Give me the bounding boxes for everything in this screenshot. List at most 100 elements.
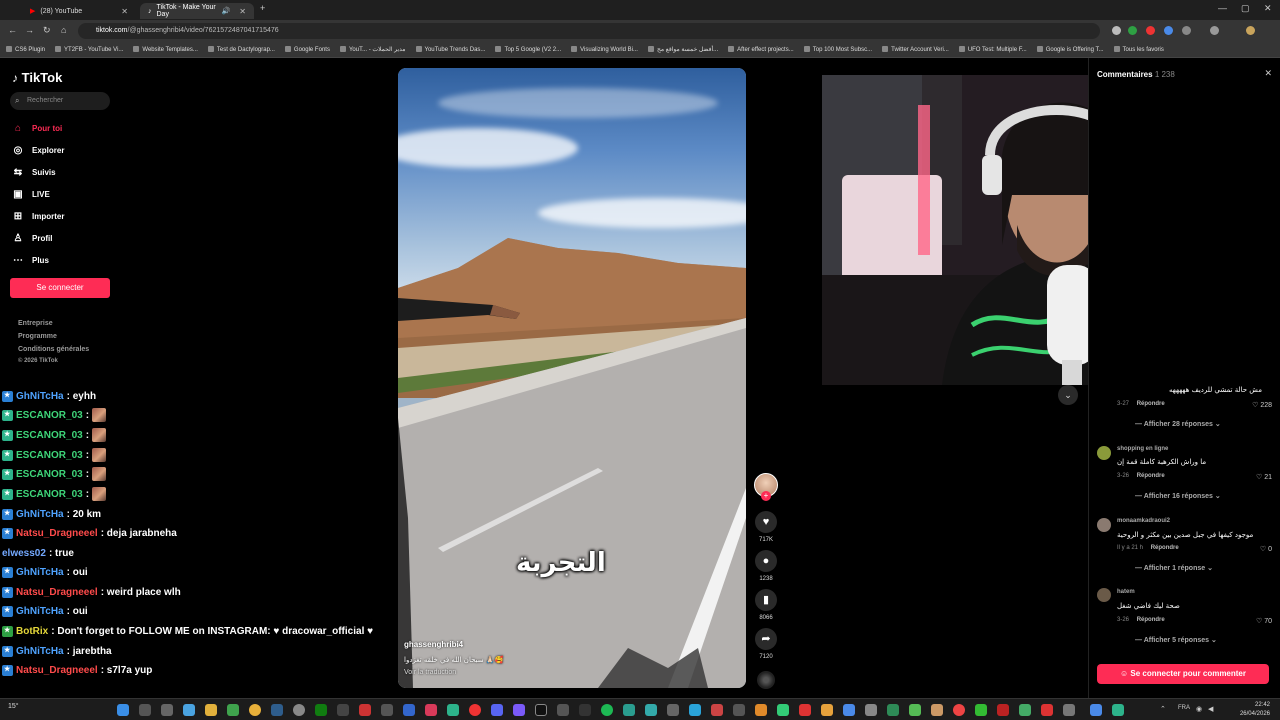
avatar[interactable] [1097, 446, 1111, 460]
comment-user[interactable]: hatem [1117, 589, 1135, 595]
app-icon[interactable] [997, 704, 1009, 716]
footer-link[interactable]: Programme [18, 333, 57, 340]
comment-like[interactable]: ♡ 70 [1256, 617, 1272, 625]
chrome-icon[interactable] [249, 704, 261, 716]
volume-icon[interactable]: ◀ [1208, 705, 1213, 713]
footer-link[interactable]: Entreprise [18, 320, 53, 327]
task-view-icon[interactable] [161, 704, 173, 716]
chevron-down-icon[interactable]: ⌄ [1058, 385, 1078, 405]
show-replies-button[interactable]: — Afficher 1 réponse ⌄ [1135, 564, 1213, 572]
new-tab-icon[interactable]: + [260, 3, 265, 13]
comment-button[interactable]: ● 1238 [755, 550, 777, 582]
xbox-icon[interactable] [315, 704, 327, 716]
close-icon[interactable]: ✕ [239, 7, 246, 16]
app-icon[interactable] [909, 704, 921, 716]
nav-profil[interactable]: ♙ Profil [12, 231, 53, 245]
comment-like[interactable]: ♡ 0 [1260, 545, 1272, 553]
avatar[interactable] [1097, 518, 1111, 532]
app-icon[interactable] [1019, 704, 1031, 716]
app-icon[interactable] [975, 704, 987, 716]
bookmark[interactable]: Test de Dactylograp... [208, 46, 275, 53]
music-disc-icon[interactable] [757, 671, 775, 689]
bookmark[interactable]: أفضل خمسة مواقع مج... [648, 46, 718, 53]
show-replies-button[interactable]: — Afficher 16 réponses ⌄ [1135, 492, 1221, 500]
like-button[interactable]: ♥ 717K [755, 511, 777, 543]
nav-importer[interactable]: ⊞ Importer [12, 209, 65, 223]
bookmark[interactable]: Google Fonts [285, 46, 330, 53]
bookmark[interactable]: YT2FB - YouTube Vi... [55, 46, 123, 53]
app-icon[interactable] [425, 704, 437, 716]
tray-chevron-icon[interactable]: ⌃ [1160, 705, 1166, 713]
login-button[interactable]: Se connecter [10, 278, 110, 298]
tab-youtube[interactable]: ▶ (28) YouTube ✕ [22, 3, 136, 19]
app-icon[interactable] [843, 704, 855, 716]
app-icon[interactable] [337, 704, 349, 716]
extension-icon[interactable] [1112, 26, 1121, 35]
app-icon[interactable] [777, 704, 789, 716]
minimize-icon[interactable]: — [1218, 3, 1227, 13]
tab-tiktok[interactable]: ♪ TikTok - Make Your Day 🔊 ✕ [140, 3, 254, 19]
steam-icon[interactable] [271, 704, 283, 716]
language-indicator[interactable]: FRA [1178, 705, 1190, 711]
follow-plus-icon[interactable]: + [761, 491, 771, 501]
obs-icon[interactable] [293, 704, 305, 716]
app-icon[interactable] [359, 704, 371, 716]
translate-link[interactable]: Voir la traduction [404, 669, 456, 676]
bookmark[interactable]: Visualizing World Bi... [571, 46, 638, 53]
app-icon[interactable] [1063, 704, 1075, 716]
back-icon[interactable]: ← [8, 25, 17, 35]
app-icon[interactable] [469, 704, 481, 716]
extension-icon[interactable] [1146, 26, 1155, 35]
wifi-icon[interactable]: ◉ [1196, 705, 1202, 713]
telegram-icon[interactable] [689, 704, 701, 716]
app-icon[interactable] [953, 704, 965, 716]
show-replies-button[interactable]: — Afficher 28 réponses ⌄ [1135, 420, 1221, 428]
comment-like[interactable]: ♡ 21 [1256, 473, 1272, 481]
tiktok-logo[interactable]: ♪ TikTok [12, 70, 62, 85]
app-icon[interactable] [447, 704, 459, 716]
reply-link[interactable]: Répondre [1137, 473, 1165, 479]
home-icon[interactable]: ⌂ [61, 25, 66, 35]
clock[interactable]: 22:42 26/04/2026 [1240, 701, 1270, 719]
app-icon[interactable] [623, 704, 635, 716]
nav-suivis[interactable]: ⇆ Suivis [12, 165, 56, 179]
reply-link[interactable]: Répondre [1151, 545, 1179, 551]
reload-icon[interactable]: ↻ [43, 25, 51, 36]
reply-link[interactable]: Répondre [1137, 617, 1165, 623]
app-icon[interactable] [755, 704, 767, 716]
comment-like[interactable]: ♡ 228 [1252, 401, 1272, 409]
bookmark[interactable]: Google is Offering T... [1037, 46, 1104, 53]
extension-icon[interactable] [1128, 26, 1137, 35]
close-icon[interactable]: ✕ [121, 7, 128, 16]
close-icon[interactable]: ✕ [1264, 68, 1272, 79]
app-icon[interactable] [887, 704, 899, 716]
app-icon[interactable] [931, 704, 943, 716]
bookmark[interactable]: Top 100 Most Subsc... [804, 46, 872, 53]
app-icon[interactable] [711, 704, 723, 716]
video-author[interactable]: ghassenghribi4 [404, 640, 463, 649]
reply-link[interactable]: Répondre [1137, 401, 1165, 407]
app-icon[interactable] [1041, 704, 1053, 716]
app-icon[interactable] [1112, 704, 1124, 716]
download-icon[interactable] [1210, 26, 1219, 35]
bookmark[interactable]: Tous les favoris [1114, 46, 1164, 53]
tiktok-icon[interactable] [535, 704, 547, 716]
nav-pour-toi[interactable]: ⌂ Pour toi [12, 121, 62, 135]
maximize-icon[interactable]: ▢ [1241, 3, 1250, 14]
nav-explorer[interactable]: ◎ Explorer [12, 143, 65, 157]
app-icon[interactable] [733, 704, 745, 716]
bookmark[interactable]: Top 5 Google (V2 2... [495, 46, 561, 53]
app-icon[interactable] [557, 704, 569, 716]
bookmark[interactable]: Twitter Account Veri... [882, 46, 949, 53]
discord-icon[interactable] [491, 704, 503, 716]
url-bar[interactable]: tiktok.com/@ghassenghribi4/video/7621572… [78, 23, 1100, 39]
bookmark-button[interactable]: ▮ 8066 [755, 589, 777, 621]
show-replies-button[interactable]: — Afficher 5 réponses ⌄ [1135, 636, 1217, 644]
comment-user[interactable]: monaamkadraoui2 [1117, 518, 1170, 524]
app-icon[interactable] [799, 704, 811, 716]
app-icon[interactable] [667, 704, 679, 716]
app-icon[interactable] [381, 704, 393, 716]
search-input[interactable]: ⌕ Rechercher [10, 92, 110, 110]
nav-plus[interactable]: ⋯ Plus [12, 253, 49, 267]
share-button[interactable]: ➦ 7120 [755, 628, 777, 660]
